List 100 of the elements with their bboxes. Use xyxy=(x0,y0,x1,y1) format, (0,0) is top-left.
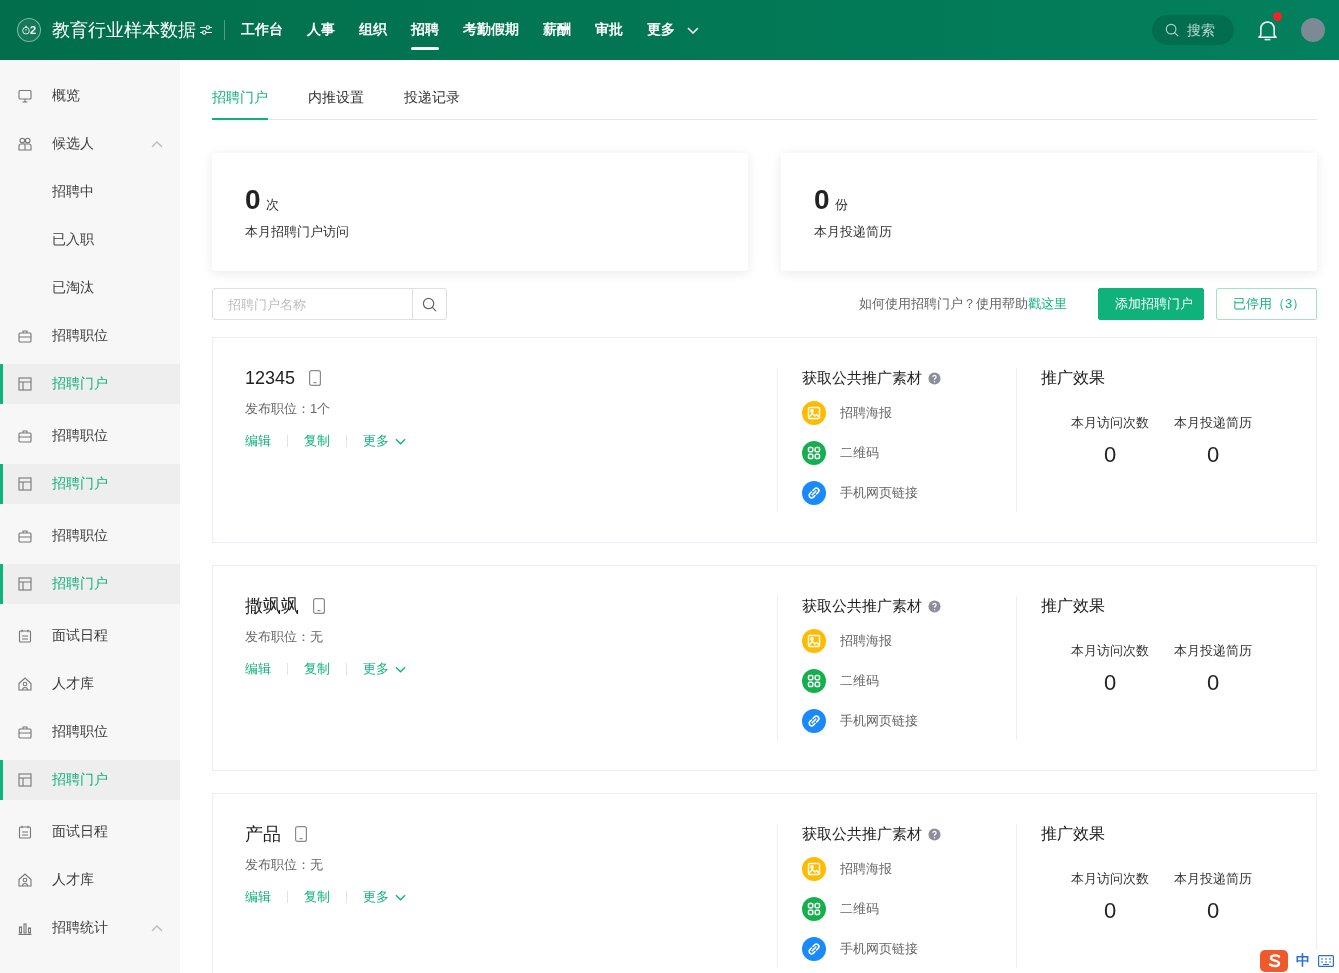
material-link[interactable]: 手机网页链接 xyxy=(802,481,918,505)
nav-item[interactable]: 审批 xyxy=(595,0,623,60)
stat-label: 本月访问次数 xyxy=(1071,870,1149,888)
section-title: 推广效果 xyxy=(1041,824,1105,844)
material-link[interactable]: 二维码 xyxy=(802,441,879,465)
portal-name: 撒飒飒 xyxy=(245,595,299,618)
nav-dropdown[interactable]: 更多 xyxy=(647,0,699,60)
portal-name: 产品 xyxy=(245,823,281,846)
calendar-icon xyxy=(18,825,32,839)
briefcase-icon xyxy=(18,329,32,343)
nav-item[interactable]: 薪酬 xyxy=(543,0,571,60)
briefcase-icon xyxy=(18,725,32,739)
sidebar-item[interactable]: 概览 xyxy=(0,72,180,120)
layout-icon xyxy=(18,477,32,491)
material-link[interactable]: 手机网页链接 xyxy=(802,709,918,733)
sidebar-item[interactable]: 招聘职位 xyxy=(0,412,180,460)
published-positions: 发布职位：1个 xyxy=(245,400,331,418)
material-link[interactable]: 招聘海报 xyxy=(802,401,892,425)
chevron-down-icon xyxy=(687,26,699,34)
nav-item[interactable]: 组织 xyxy=(359,0,387,60)
help-icon[interactable] xyxy=(928,599,941,613)
stat-value: 0 xyxy=(245,183,261,217)
material-link[interactable]: 招聘海报 xyxy=(802,857,892,881)
sidebar-subitem[interactable]: 已入职 xyxy=(0,216,180,264)
stat-value: 0 xyxy=(1103,441,1117,469)
help-icon[interactable] xyxy=(928,827,941,841)
org-name: 教育行业样本数据 xyxy=(52,19,196,42)
sidebar-item[interactable]: 人才库 xyxy=(0,856,180,904)
house-person-icon xyxy=(18,677,32,691)
phone-icon[interactable] xyxy=(295,826,307,842)
layout-icon xyxy=(18,377,32,391)
chevron-down-icon xyxy=(395,665,406,673)
help-text: 如何使用招聘门户？使用帮助戳这里 xyxy=(859,295,1067,313)
stat-unit: 份 xyxy=(834,196,848,214)
material-link[interactable]: 二维码 xyxy=(802,669,879,693)
sliders-icon[interactable] xyxy=(200,25,212,35)
sidebar-item[interactable]: 招聘职位 xyxy=(0,512,180,560)
sidebar-item[interactable]: 人才库 xyxy=(0,660,180,708)
sidebar-item[interactable]: 候选人 xyxy=(0,120,180,168)
tab[interactable]: 内推设置 xyxy=(308,70,364,120)
tab[interactable]: 投递记录 xyxy=(404,70,460,120)
chevron-down-icon xyxy=(395,893,406,901)
nav-item[interactable]: 招聘 xyxy=(411,0,439,60)
phone-icon[interactable] xyxy=(313,598,325,614)
sidebar-item[interactable]: 面试日程 xyxy=(0,808,180,856)
input-mode[interactable]: 中 xyxy=(1296,952,1310,970)
stat-value: 0 xyxy=(1206,669,1220,697)
section-title: 获取公共推广素材 xyxy=(802,368,922,388)
sidebar-item[interactable]: 招聘职位 xyxy=(0,312,180,360)
stat-value: 0 xyxy=(1206,897,1220,925)
nav-item[interactable]: 人事 xyxy=(307,0,335,60)
stat-label: 本月投递简历 xyxy=(1174,870,1252,888)
search-button[interactable] xyxy=(413,288,447,320)
portal-name: 12345 xyxy=(245,367,296,389)
material-link[interactable]: 手机网页链接 xyxy=(802,937,918,961)
sidebar-subitem[interactable]: 招聘中 xyxy=(0,168,180,216)
keyboard-icon[interactable] xyxy=(1318,955,1334,967)
stat-value: 0 xyxy=(1206,441,1220,469)
section-title: 获取公共推广素材 xyxy=(802,824,922,844)
stat-label: 本月访问次数 xyxy=(1071,642,1149,660)
monitor-icon xyxy=(18,89,32,103)
search-icon xyxy=(1165,23,1179,37)
material-link[interactable]: 二维码 xyxy=(802,897,879,921)
layout-icon xyxy=(18,773,32,787)
stat-value: 0 xyxy=(1103,669,1117,697)
stat-unit: 次 xyxy=(265,196,279,214)
chevron-down-icon xyxy=(395,437,406,445)
briefcase-icon xyxy=(18,529,32,543)
stat-label: 本月投递简历 xyxy=(1174,642,1252,660)
help-icon[interactable] xyxy=(928,371,941,385)
published-positions: 发布职位：无 xyxy=(245,628,323,646)
section-title: 推广效果 xyxy=(1041,368,1105,388)
section-title: 推广效果 xyxy=(1041,596,1105,616)
section-title: 获取公共推广素材 xyxy=(802,596,922,616)
ime-logo-icon[interactable] xyxy=(1260,950,1288,972)
phone-icon[interactable] xyxy=(309,370,322,386)
stat-label: 本月投递简历 xyxy=(1174,414,1252,432)
sidebar-item[interactable]: 招聘职位 xyxy=(0,708,180,756)
search-icon xyxy=(422,296,437,312)
stat-value: 0 xyxy=(1103,897,1117,925)
stat-label: 本月访问次数 xyxy=(1071,414,1149,432)
stat-label: 本月投递简历 xyxy=(814,223,893,241)
people-icon xyxy=(18,137,32,151)
published-positions: 发布职位：无 xyxy=(245,856,323,874)
sidebar-subitem[interactable]: 已淘汰 xyxy=(0,264,180,312)
calendar-icon xyxy=(18,629,32,643)
logo-mark: 2 xyxy=(29,24,37,36)
layout-icon xyxy=(18,577,32,591)
bell-icon[interactable] xyxy=(1257,18,1278,42)
stopwatch-icon xyxy=(21,25,30,35)
bar-chart-icon xyxy=(18,921,32,935)
nav-item[interactable]: 工作台 xyxy=(241,0,283,60)
sidebar-item[interactable]: 面试日程 xyxy=(0,612,180,660)
material-link[interactable]: 招聘海报 xyxy=(802,629,892,653)
stat-value: 0 xyxy=(814,183,830,217)
house-person-icon xyxy=(18,873,32,887)
sidebar-item[interactable]: 招聘统计 xyxy=(0,904,180,952)
briefcase-icon xyxy=(18,429,32,443)
stat-label: 本月招聘门户访问 xyxy=(245,223,350,241)
nav-item[interactable]: 考勤假期 xyxy=(463,0,519,60)
